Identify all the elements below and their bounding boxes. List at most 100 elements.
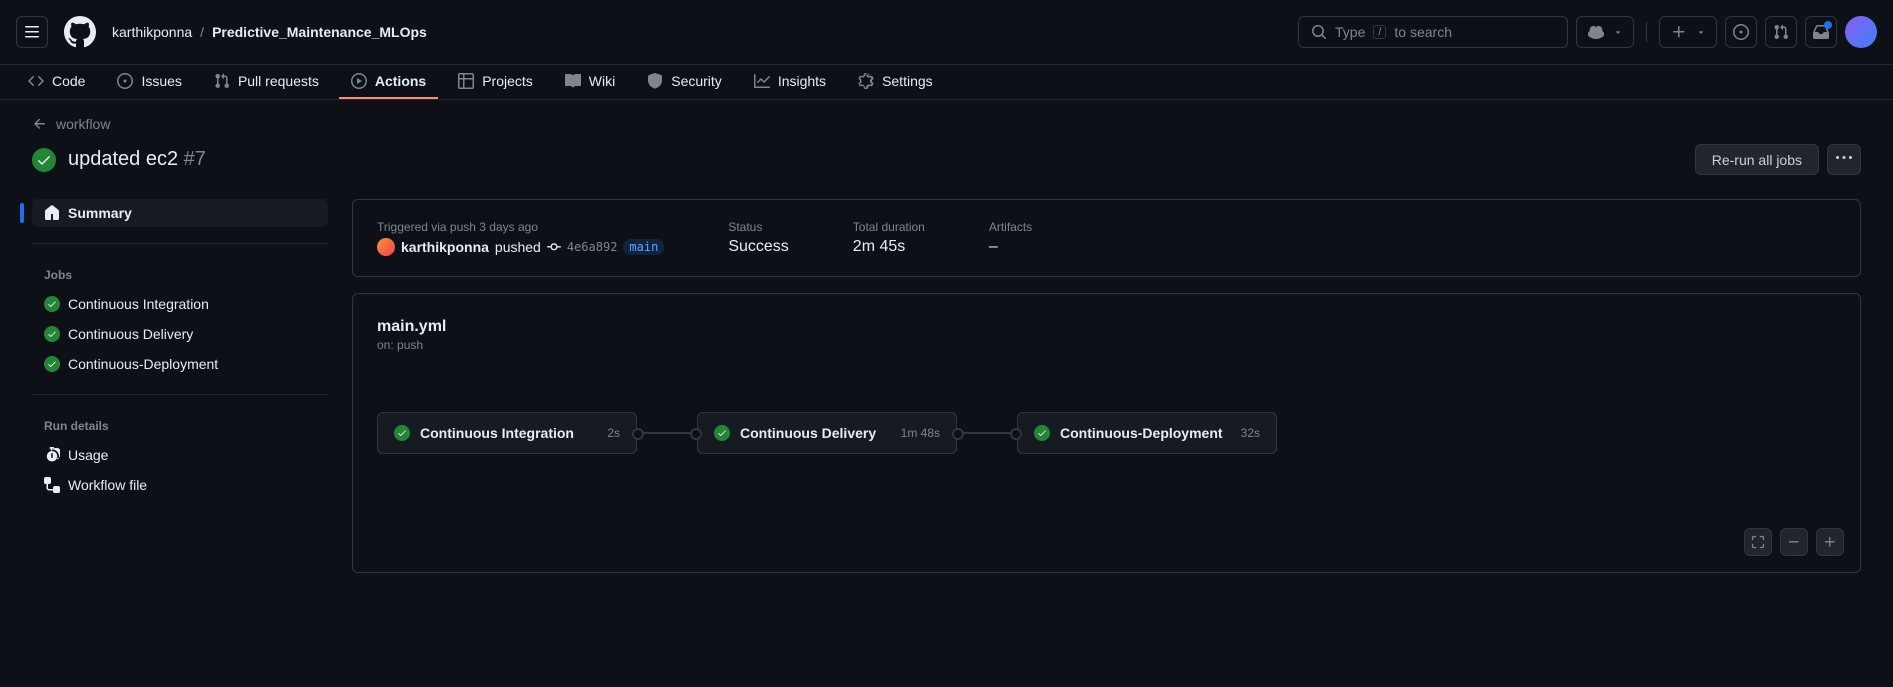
issues-button[interactable]: [1725, 16, 1757, 48]
workflow-file-name[interactable]: main.yml: [377, 318, 1836, 336]
job-name: Continuous Delivery: [68, 326, 193, 342]
issue-icon: [1733, 24, 1749, 40]
shield-icon: [647, 73, 663, 89]
nav-label: Security: [671, 73, 722, 89]
nav-actions[interactable]: Actions: [339, 65, 438, 99]
zoom-out-button[interactable]: [1780, 528, 1808, 556]
sidebar-label: Summary: [68, 205, 132, 221]
job-name: Continuous Delivery: [740, 425, 891, 441]
search-input[interactable]: Type / to search: [1298, 16, 1568, 48]
github-logo-icon[interactable]: [64, 16, 96, 48]
job-node-ci[interactable]: Continuous Integration 2s: [377, 412, 637, 454]
workflow-trigger: on: push: [377, 338, 1836, 352]
copilot-button[interactable]: [1576, 16, 1634, 48]
divider: [1646, 22, 1647, 42]
branch-tag[interactable]: main: [623, 239, 664, 255]
plus-icon: [1823, 535, 1837, 549]
run-title: updated ec2 #7: [68, 148, 206, 171]
repo-link[interactable]: Predictive_Maintenance_MLOps: [212, 24, 427, 40]
action-text: pushed: [495, 239, 541, 255]
artifacts-value: –: [989, 238, 1032, 256]
nav-insights[interactable]: Insights: [742, 65, 838, 99]
details-heading: Run details: [32, 411, 328, 441]
job-name: Continuous-Deployment: [68, 356, 218, 372]
minus-icon: [1787, 535, 1801, 549]
pulls-button[interactable]: [1765, 16, 1797, 48]
chevron-down-icon: [1613, 27, 1623, 37]
nav-security[interactable]: Security: [635, 65, 734, 99]
search-key-hint: /: [1373, 25, 1386, 39]
zoom-in-button[interactable]: [1816, 528, 1844, 556]
notification-indicator: [1824, 21, 1832, 29]
job-node-deploy[interactable]: Continuous-Deployment 32s: [1017, 412, 1277, 454]
nav-projects[interactable]: Projects: [446, 65, 545, 99]
job-node-cd[interactable]: Continuous Delivery 1m 48s: [697, 412, 957, 454]
sidebar-summary[interactable]: Summary: [32, 199, 328, 227]
fullscreen-button[interactable]: [1744, 528, 1772, 556]
copilot-icon: [1588, 24, 1604, 40]
sidebar-usage[interactable]: Usage: [32, 441, 328, 469]
nav-label: Actions: [375, 73, 426, 89]
more-options-button[interactable]: [1827, 144, 1861, 175]
table-icon: [458, 73, 474, 89]
job-duration: 32s: [1241, 426, 1260, 440]
home-icon: [44, 205, 60, 221]
nav-label: Settings: [882, 73, 933, 89]
nav-pulls[interactable]: Pull requests: [202, 65, 331, 99]
success-icon: [44, 296, 60, 312]
sidebar-label: Usage: [68, 447, 108, 463]
status-value: Success: [728, 238, 788, 256]
menu-button[interactable]: [16, 16, 48, 48]
fullscreen-icon: [1751, 535, 1765, 549]
nav-label: Issues: [141, 73, 181, 89]
nav-label: Wiki: [589, 73, 615, 89]
success-icon: [1034, 425, 1050, 441]
success-icon: [714, 425, 730, 441]
sidebar-job-deploy[interactable]: Continuous-Deployment: [32, 350, 328, 378]
owner-link[interactable]: karthikponna: [112, 24, 192, 40]
search-suffix: to search: [1394, 24, 1452, 40]
success-icon: [394, 425, 410, 441]
nav-settings[interactable]: Settings: [846, 65, 945, 99]
actor-avatar[interactable]: [377, 238, 395, 256]
sidebar-job-cd[interactable]: Continuous Delivery: [32, 320, 328, 348]
actor-name[interactable]: karthikponna: [401, 239, 489, 255]
rerun-button[interactable]: Re-run all jobs: [1695, 144, 1819, 175]
connector: [957, 432, 1017, 434]
gear-icon: [858, 73, 874, 89]
job-name: Continuous Integration: [420, 425, 597, 441]
search-icon: [1311, 24, 1327, 40]
job-duration: 1m 48s: [901, 426, 940, 440]
sidebar-label: Workflow file: [68, 477, 147, 493]
sidebar-job-ci[interactable]: Continuous Integration: [32, 290, 328, 318]
job-name: Continuous Integration: [68, 296, 209, 312]
sidebar-workflow-file[interactable]: Workflow file: [32, 471, 328, 499]
artifacts-label: Artifacts: [989, 220, 1032, 234]
status-label: Status: [728, 220, 788, 234]
nav-code[interactable]: Code: [16, 65, 97, 99]
issue-icon: [117, 73, 133, 89]
job-name: Continuous-Deployment: [1060, 425, 1231, 441]
back-link[interactable]: workflow: [32, 116, 1861, 132]
arrow-left-icon: [32, 116, 48, 132]
search-prefix: Type: [1335, 24, 1365, 40]
commit-sha[interactable]: 4e6a892: [567, 240, 618, 254]
user-avatar[interactable]: [1845, 16, 1877, 48]
job-duration: 2s: [607, 426, 620, 440]
back-label: workflow: [56, 116, 110, 132]
stopwatch-icon: [44, 447, 60, 463]
jobs-heading: Jobs: [32, 260, 328, 290]
success-icon: [44, 356, 60, 372]
nav-wiki[interactable]: Wiki: [553, 65, 627, 99]
notifications-button[interactable]: [1805, 16, 1837, 48]
summary-card: Triggered via push 3 days ago karthikpon…: [352, 199, 1861, 277]
code-icon: [28, 73, 44, 89]
kebab-icon: [1836, 150, 1852, 166]
nav-issues[interactable]: Issues: [105, 65, 193, 99]
workflow-card: main.yml on: push Continuous Integration…: [352, 293, 1861, 573]
commit-icon: [547, 240, 561, 254]
nav-label: Code: [52, 73, 85, 89]
workflow-icon: [44, 477, 60, 493]
create-button[interactable]: [1659, 16, 1717, 48]
trigger-label: Triggered via push 3 days ago: [377, 220, 664, 234]
